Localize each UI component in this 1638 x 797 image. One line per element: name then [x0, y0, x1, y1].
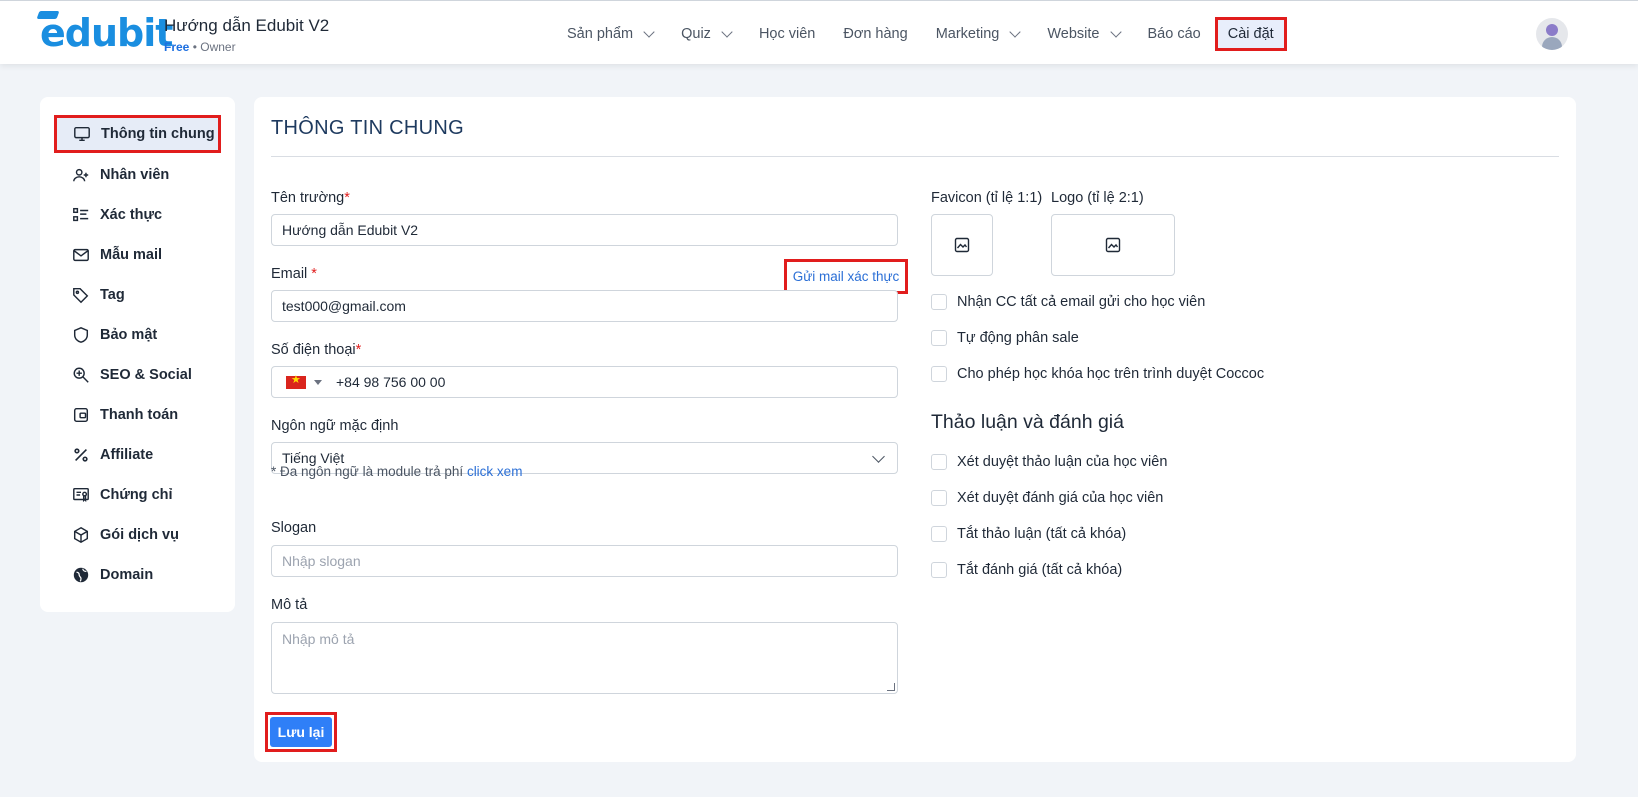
nav-don-hang[interactable]: Đơn hàng: [829, 17, 921, 51]
nav-cai-dat[interactable]: Cài đặt: [1214, 17, 1287, 51]
site-title: Hướng dẫn Edubit V2: [164, 16, 330, 35]
package-icon: [73, 526, 89, 544]
sidebar-item-xac-thuc[interactable]: Xác thực: [40, 195, 235, 235]
sidebar-item-seo-social[interactable]: SEO & Social: [40, 355, 235, 395]
nav-website[interactable]: Website: [1033, 17, 1133, 51]
checklist-icon: [73, 207, 89, 222]
email-label: Email *: [271, 266, 317, 282]
school-name-input[interactable]: Hướng dẫn Edubit V2: [271, 214, 898, 246]
seo-icon: [73, 367, 89, 383]
checkbox[interactable]: [931, 454, 947, 470]
checkbox[interactable]: [931, 490, 947, 506]
logo-text: edubit: [40, 11, 173, 55]
role-label: Owner: [200, 40, 236, 54]
percent-icon: [74, 448, 88, 462]
certificate-icon: [73, 487, 89, 503]
sidebar-item-thong-tin-chung[interactable]: Thông tin chung: [54, 115, 221, 153]
slogan-label: Slogan: [271, 520, 317, 536]
option-approve-review[interactable]: Xét duyệt đánh giá của học viên: [931, 490, 1163, 506]
nav-san-pham[interactable]: Sản phẩm: [553, 17, 667, 51]
globe-icon: [73, 567, 89, 583]
click-xem-link[interactable]: click xem: [467, 464, 523, 479]
vietnam-flag-icon[interactable]: [286, 373, 306, 389]
chevron-down-icon: [1109, 26, 1122, 38]
settings-sidebar: Thông tin chung Nhân viên Xác thực Mẫu m…: [40, 97, 235, 612]
school-name-label: Tên trường*: [271, 190, 350, 206]
page-title: THÔNG TIN CHUNG: [271, 117, 465, 139]
graduation-cap-icon: [36, 11, 60, 19]
description-textarea[interactable]: Nhập mô tả: [271, 622, 898, 694]
divider: [271, 156, 1559, 157]
general-info-panel: THÔNG TIN CHUNG Tên trường* Hướng dẫn Ed…: [254, 97, 1576, 762]
phone-label: Số điện thoại*: [271, 342, 362, 358]
chevron-down-icon: [872, 450, 885, 463]
resize-handle[interactable]: [887, 683, 895, 691]
phone-field: +84 98 756 00 00: [271, 366, 898, 398]
sidebar-item-domain[interactable]: Domain: [40, 555, 235, 595]
option-coccoc[interactable]: Cho phép học khóa học trên trình duyệt C…: [931, 366, 1264, 382]
monitor-icon: [74, 126, 90, 142]
checkbox[interactable]: [931, 330, 947, 346]
edubit-logo[interactable]: edubit: [36, 11, 173, 52]
checkbox[interactable]: [931, 294, 947, 310]
favicon-label: Favicon (tỉ lệ 1:1): [931, 190, 1043, 206]
logo-label: Logo (tỉ lệ 2:1): [1051, 190, 1144, 206]
users-icon: [73, 168, 89, 182]
nav-marketing[interactable]: Marketing: [922, 17, 1034, 51]
caret-down-icon[interactable]: [314, 379, 322, 385]
option-disable-discussion[interactable]: Tắt thảo luận (tất cả khóa): [931, 526, 1126, 542]
chevron-down-icon: [1009, 26, 1022, 38]
nav-hoc-vien[interactable]: Học viên: [745, 17, 829, 51]
language-label: Ngôn ngữ mặc định: [271, 418, 399, 434]
sidebar-item-tag[interactable]: Tag: [40, 275, 235, 315]
nav-quiz[interactable]: Quiz: [667, 17, 745, 51]
shield-icon: [73, 327, 89, 343]
top-header: edubit Hướng dẫn Edubit V2 Free • Owner …: [0, 0, 1638, 64]
sidebar-item-mau-mail[interactable]: Mẫu mail: [40, 235, 235, 275]
plan-badge: Free: [164, 40, 190, 54]
user-avatar[interactable]: [1536, 18, 1568, 50]
sidebar-item-goi-dich-vu[interactable]: Gói dịch vụ: [40, 515, 235, 555]
sidebar-item-chung-chi[interactable]: Chứng chỉ: [40, 475, 235, 515]
chevron-down-icon: [643, 26, 655, 38]
checkbox[interactable]: [931, 366, 947, 382]
save-button-highlight: Lưu lại: [265, 712, 337, 752]
multilanguage-note: * Đa ngôn ngữ là module trả phí click xe…: [271, 464, 523, 479]
option-approve-discussion[interactable]: Xét duyệt thảo luận của học viên: [931, 454, 1167, 470]
sidebar-item-thanh-toan[interactable]: Thanh toán: [40, 395, 235, 435]
wallet-icon: [73, 407, 89, 423]
tag-icon: [73, 287, 89, 304]
logo-upload[interactable]: [1051, 214, 1175, 276]
option-auto-sale[interactable]: Tự động phân sale: [931, 330, 1079, 346]
sidebar-item-nhan-vien[interactable]: Nhân viên: [40, 155, 235, 195]
checkbox[interactable]: [931, 526, 947, 542]
image-icon: [1105, 237, 1121, 253]
mail-icon: [73, 248, 89, 262]
description-label: Mô tả: [271, 597, 308, 613]
phone-input[interactable]: +84 98 756 00 00: [336, 374, 445, 390]
send-verification-mail-link[interactable]: Gửi mail xác thực: [784, 259, 908, 294]
sidebar-item-bao-mat[interactable]: Bảo mật: [40, 315, 235, 355]
save-button[interactable]: Lưu lại: [270, 717, 332, 747]
checkbox[interactable]: [931, 562, 947, 578]
email-input[interactable]: test000@gmail.com: [271, 290, 898, 322]
discussion-section-title: Thảo luận và đánh giá: [931, 411, 1124, 433]
sidebar-item-affiliate[interactable]: Affiliate: [40, 435, 235, 475]
slogan-input[interactable]: Nhập slogan: [271, 545, 898, 577]
top-nav: Sản phẩm Quiz Học viên Đơn hàng Marketin…: [553, 17, 1287, 51]
option-disable-review[interactable]: Tắt đánh giá (tất cả khóa): [931, 562, 1122, 578]
favicon-upload[interactable]: [931, 214, 993, 276]
image-icon: [954, 237, 970, 253]
chevron-down-icon: [721, 26, 733, 38]
site-plan-role: Free • Owner: [164, 40, 236, 54]
nav-bao-cao[interactable]: Báo cáo: [1134, 17, 1215, 51]
option-cc-email[interactable]: Nhận CC tất cả email gửi cho học viên: [931, 294, 1205, 310]
